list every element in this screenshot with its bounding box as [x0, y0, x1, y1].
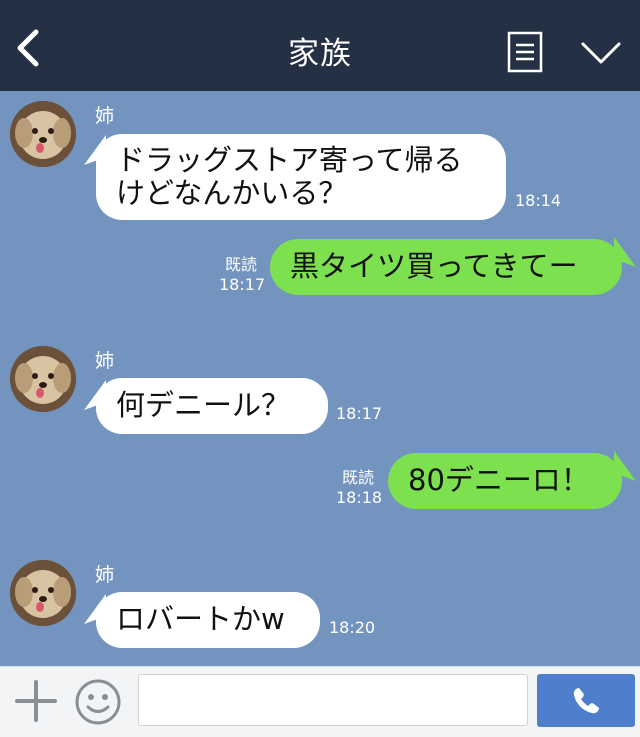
menu-icon[interactable] [507, 31, 543, 73]
message-bubble[interactable]: 80デニーロ！ [388, 453, 622, 509]
message-bubble[interactable]: 何デニール？ [96, 378, 328, 434]
call-button[interactable] [537, 674, 635, 727]
read-status: 既読 18:17 [219, 255, 266, 295]
timestamp: 18:20 [329, 618, 376, 637]
phone-icon [573, 688, 599, 714]
message-text-line: ドラッグストア寄って帰る [116, 143, 463, 177]
timestamp: 18:17 [219, 275, 266, 294]
avatar[interactable] [10, 560, 76, 626]
plus-icon[interactable] [14, 679, 58, 723]
dog-avatar [10, 560, 76, 626]
chat-area[interactable]: 姉 ドラッグストア寄って帰る けどなんかいる？ 18:14 既読 18:17 黒… [0, 91, 640, 666]
avatar[interactable] [10, 346, 76, 412]
message-bubble[interactable]: 黒タイツ買ってきてー [270, 239, 622, 295]
message-bubble[interactable]: ロバートかw [96, 592, 320, 648]
dog-avatar [10, 346, 76, 412]
sender-name: 姉 [95, 564, 115, 586]
timestamp: 18:14 [515, 191, 562, 210]
input-bar [0, 666, 640, 737]
sender-name: 姉 [95, 105, 115, 127]
chevron-down-icon[interactable] [580, 40, 622, 66]
emoji-icon[interactable] [74, 678, 122, 726]
avatar[interactable] [10, 101, 76, 167]
dog-avatar [10, 101, 76, 167]
timestamp: 18:17 [336, 404, 383, 423]
sender-name: 姉 [95, 350, 115, 372]
chat-title: 家族 [288, 36, 352, 72]
read-status: 既読 18:18 [336, 468, 383, 508]
message-input[interactable] [138, 674, 528, 726]
message-bubble[interactable]: ドラッグストア寄って帰る けどなんかいる？ [96, 134, 506, 220]
read-label: 既読 [341, 468, 374, 487]
read-label: 既読 [224, 255, 257, 274]
chat-header: 家族 [0, 0, 640, 91]
message-text-line: けどなんかいる？ [116, 176, 348, 210]
timestamp: 18:18 [336, 488, 383, 507]
